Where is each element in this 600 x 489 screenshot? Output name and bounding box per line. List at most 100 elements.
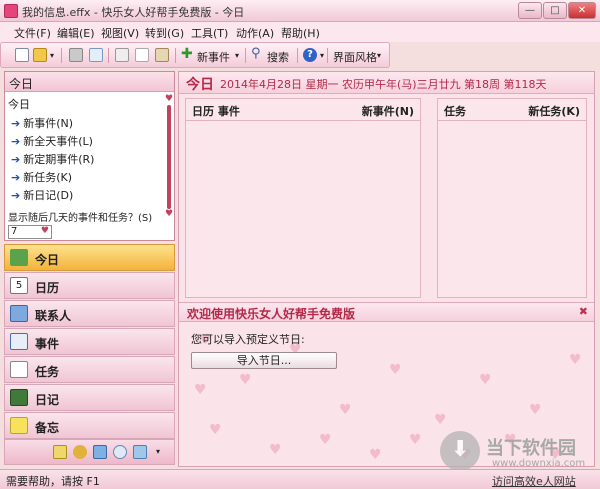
toolbar-separator: [61, 48, 62, 63]
welcome-bar: 欢迎使用快乐女人好帮手免费版 ✖: [179, 302, 594, 322]
date-info: 2014年4月28日 星期一 农历甲午年(马)三月廿九 第18周 第118天: [220, 78, 547, 91]
paste-icon[interactable]: [155, 48, 169, 62]
scroll-down-heart-icon[interactable]: ♥: [165, 209, 173, 219]
cut-icon[interactable]: [115, 48, 129, 62]
menu-edit[interactable]: 编辑(E): [57, 25, 95, 41]
new-event-button[interactable]: 新事件: [197, 49, 230, 65]
toolbar-separator: [108, 48, 109, 63]
scrollbar-thumb[interactable]: [167, 105, 171, 209]
tasks-title: 任务: [444, 105, 466, 118]
days-spinner[interactable]: 7 ♥: [8, 225, 52, 239]
nav-diary[interactable]: 日记: [4, 384, 175, 411]
calendar-events-header: 日历 事件 新事件(N): [186, 99, 420, 121]
close-welcome-icon[interactable]: ✖: [579, 305, 588, 318]
nav-events-label: 事件: [35, 337, 60, 351]
nav-diary-label: 日记: [35, 393, 60, 407]
arrow-icon: ➔: [11, 135, 21, 148]
quick-new-event-label: 新事件(N): [23, 117, 74, 130]
nav-notes-label: 备忘: [35, 421, 60, 435]
download-arrow-icon: ⬇: [440, 431, 480, 471]
new-task-link[interactable]: 新任务(K): [528, 103, 580, 119]
nav-notes[interactable]: 备忘: [4, 412, 175, 439]
nav-contacts[interactable]: 联系人: [4, 300, 175, 327]
key-icon[interactable]: [73, 445, 87, 459]
toolbar-separator: [297, 48, 298, 63]
sticky-note-icon: [10, 417, 28, 434]
tasks-header: 任务 新任务(K): [438, 99, 586, 121]
nav-today-label: 今日: [35, 253, 60, 267]
menu-goto[interactable]: 转到(G): [145, 25, 184, 41]
nav-tasks[interactable]: 任务: [4, 356, 175, 383]
copy-icon[interactable]: [135, 48, 149, 62]
shortcut-dropdown-icon[interactable]: ▾: [156, 447, 160, 456]
title-bar: 我的信息.effx - 快乐女人好帮手免费版 - 今日 — □ ✕: [0, 0, 600, 22]
welcome-title: 欢迎使用快乐女人好帮手免费版: [187, 307, 356, 321]
checklist-icon: [10, 361, 28, 378]
print-preview-icon[interactable]: [89, 48, 103, 62]
scroll-up-heart-icon[interactable]: ♥: [165, 94, 173, 104]
menu-view[interactable]: 视图(V): [101, 25, 139, 41]
menu-actions[interactable]: 动作(A): [236, 25, 274, 41]
toolbar-separator: [245, 48, 246, 63]
print-icon[interactable]: [69, 48, 83, 62]
search-icon[interactable]: ⚲: [251, 46, 261, 61]
quick-new-task-label: 新任务(K): [23, 171, 73, 184]
settings-shortcut-icon[interactable]: [133, 445, 147, 459]
new-file-icon[interactable]: [15, 48, 29, 62]
today-pane: 今日 今日 ➔ 新事件(N) ➔ 新全天事件(L) ➔ 新定期事件(R) ➔ 新任务(K…: [4, 71, 175, 241]
search-shortcut-icon[interactable]: [113, 445, 127, 459]
arrow-icon: ➔: [11, 189, 21, 202]
help-dropdown-icon[interactable]: ▾: [320, 51, 324, 60]
new-event-icon[interactable]: ✚: [181, 46, 193, 62]
skin-dropdown-icon[interactable]: ▾: [377, 51, 381, 60]
search-button[interactable]: 搜索: [267, 49, 289, 65]
today-pane-subtitle: 今日: [8, 98, 30, 111]
quick-new-task[interactable]: ➔ 新任务(K): [11, 169, 72, 185]
quick-new-recurring-event[interactable]: ➔ 新定期事件(R): [11, 151, 94, 167]
arrow-icon: ➔: [11, 117, 21, 130]
today-view: ♥♥♥ ♥♥♥ ♥♥♥ ♥♥♥ ♥♥♥ ♥♥♥ 今日 2014年4月28日 星期…: [178, 71, 595, 467]
close-button[interactable]: ✕: [568, 2, 596, 19]
notes-shortcut-icon[interactable]: [53, 445, 67, 459]
calendar-icon: 5: [10, 277, 28, 294]
toolbar: ▾ ✚ 新事件 ▾ ⚲ 搜索 ? ▾ 界面风格 ▾: [0, 42, 390, 68]
open-dropdown-icon[interactable]: ▾: [50, 51, 54, 60]
arrow-icon: ➔: [11, 153, 21, 166]
new-event-dropdown-icon[interactable]: ▾: [235, 51, 239, 60]
today-pane-title: 今日: [9, 77, 34, 91]
calendar-events-title: 日历 事件: [192, 105, 240, 118]
skin-button[interactable]: 界面风格: [333, 49, 377, 65]
open-folder-icon[interactable]: [33, 48, 47, 62]
arrow-icon: ➔: [11, 171, 21, 184]
nav-tasks-label: 任务: [35, 365, 60, 379]
show-days-question: 显示随后几天的事件和任务？(S): [8, 213, 153, 224]
toolbar-separator: [327, 48, 328, 63]
quick-new-recurring-event-label: 新定期事件(R): [23, 153, 95, 166]
import-holidays-button[interactable]: 导入节日...: [191, 352, 337, 369]
contacts-shortcut-icon[interactable]: [93, 445, 107, 459]
status-help-text: 需要帮助，请按 F1: [6, 475, 100, 488]
toolbar-separator: [175, 48, 176, 63]
days-spinner-value: 7: [11, 226, 18, 237]
menu-help[interactable]: 帮助(H): [281, 25, 320, 41]
diary-book-icon: [10, 389, 28, 406]
help-icon[interactable]: ?: [303, 48, 317, 62]
nav-events[interactable]: 事件: [4, 328, 175, 355]
maximize-button[interactable]: □: [543, 2, 567, 19]
today-pane-scrollbar[interactable]: ♥ ♥: [165, 94, 173, 219]
new-event-link[interactable]: 新事件(N): [362, 103, 414, 119]
watermark-url: www.downxia.com: [492, 458, 586, 469]
nav-today[interactable]: 今日: [4, 244, 175, 271]
menu-file[interactable]: 文件(F): [14, 25, 51, 41]
quick-new-allday-event[interactable]: ➔ 新全天事件(L): [11, 133, 93, 149]
quick-new-diary[interactable]: ➔ 新日记(D): [11, 187, 73, 203]
date-header: 今日 2014年4月28日 星期一 农历甲午年(马)三月廿九 第18周 第118…: [179, 72, 594, 94]
nav-calendar[interactable]: 5 日历: [4, 272, 175, 299]
spinner-heart-icon[interactable]: ♥: [41, 226, 49, 236]
visit-website-link[interactable]: 访问高效e人网站: [492, 473, 576, 489]
quick-new-event[interactable]: ➔ 新事件(N): [11, 115, 73, 131]
minimize-button[interactable]: —: [518, 2, 542, 19]
nav-calendar-label: 日历: [35, 281, 60, 295]
menu-tools[interactable]: 工具(T): [191, 25, 228, 41]
contact-card-icon: [10, 305, 28, 322]
